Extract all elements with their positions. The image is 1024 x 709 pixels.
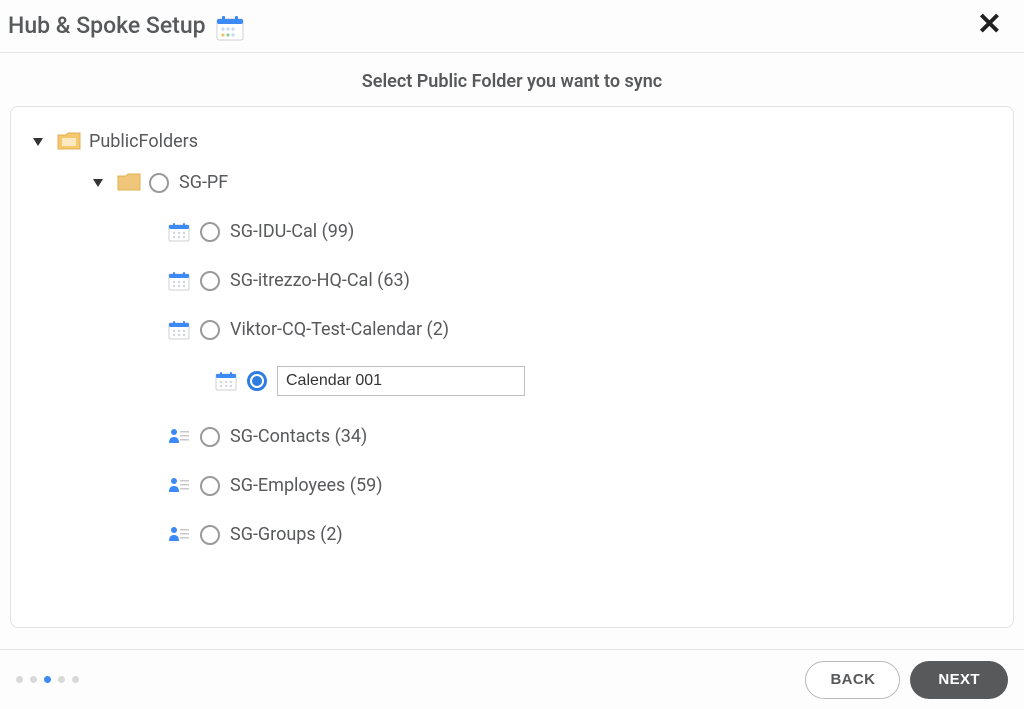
chevron-down-icon[interactable] bbox=[93, 179, 103, 187]
step-dot bbox=[58, 676, 65, 683]
next-button[interactable]: NEXT bbox=[910, 661, 1008, 699]
tree-item-label: SG-Contacts (34) bbox=[230, 426, 367, 447]
folder-name-input[interactable] bbox=[277, 366, 525, 396]
calendar-icon bbox=[216, 15, 238, 35]
dialog-footer: BACK NEXT bbox=[0, 649, 1024, 709]
tree-group-label: SG-PF bbox=[179, 172, 228, 193]
tree-item-label: SG-Groups (2) bbox=[230, 524, 343, 545]
dialog-subtitle: Select Public Folder you want to sync bbox=[0, 53, 1024, 106]
tree-item-label: SG-itrezzo-HQ-Cal (63) bbox=[230, 270, 410, 291]
step-dot bbox=[16, 676, 23, 683]
folder-icon bbox=[117, 173, 139, 193]
radio-item[interactable] bbox=[200, 427, 220, 447]
radio-item[interactable] bbox=[200, 320, 220, 340]
calendar-icon bbox=[168, 222, 190, 242]
radio-sg-pf[interactable] bbox=[149, 173, 169, 193]
calendar-icon bbox=[215, 371, 237, 391]
step-dot-active bbox=[44, 676, 51, 683]
tree-root-label: PublicFolders bbox=[89, 131, 198, 152]
calendar-icon bbox=[168, 271, 190, 291]
tree-item[interactable]: SG-Groups (2) bbox=[168, 524, 1003, 545]
tree-item[interactable]: SG-Employees (59) bbox=[168, 475, 1003, 496]
tree-item-label: SG-IDU-Cal (99) bbox=[230, 221, 354, 242]
radio-item[interactable] bbox=[200, 476, 220, 496]
radio-item[interactable] bbox=[200, 525, 220, 545]
tree-item-label: Viktor-CQ-Test-Calendar (2) bbox=[230, 319, 449, 340]
tree-item[interactable]: SG-IDU-Cal (99) bbox=[168, 221, 1003, 242]
radio-item[interactable] bbox=[200, 271, 220, 291]
radio-item[interactable] bbox=[200, 222, 220, 242]
back-button[interactable]: BACK bbox=[805, 661, 900, 699]
contacts-icon bbox=[168, 476, 190, 496]
calendar-icon bbox=[168, 320, 190, 340]
tree-group[interactable]: SG-PF bbox=[93, 172, 1003, 193]
tree-item[interactable]: SG-Contacts (34) bbox=[168, 426, 1003, 447]
step-dot bbox=[30, 676, 37, 683]
tree-item[interactable]: Viktor-CQ-Test-Calendar (2) bbox=[168, 319, 1003, 340]
step-dot bbox=[72, 676, 79, 683]
radio-item-selected[interactable] bbox=[247, 371, 267, 391]
dialog-header: Hub & Spoke Setup ✕ bbox=[0, 0, 1024, 53]
tree-root[interactable]: PublicFolders bbox=[33, 131, 1003, 152]
contacts-icon bbox=[168, 525, 190, 545]
folder-tree-panel: PublicFolders SG-PF SG-IDU-Cal (99) bbox=[10, 106, 1014, 628]
step-dots bbox=[16, 676, 79, 683]
chevron-down-icon[interactable] bbox=[33, 138, 43, 146]
tree-item-label: SG-Employees (59) bbox=[230, 475, 382, 496]
dialog-title: Hub & Spoke Setup bbox=[8, 12, 206, 39]
tree-item-selected[interactable] bbox=[215, 366, 1003, 396]
contacts-icon bbox=[168, 427, 190, 447]
close-icon[interactable]: ✕ bbox=[971, 10, 1008, 40]
folder-icon bbox=[57, 132, 79, 152]
tree-item[interactable]: SG-itrezzo-HQ-Cal (63) bbox=[168, 270, 1003, 291]
